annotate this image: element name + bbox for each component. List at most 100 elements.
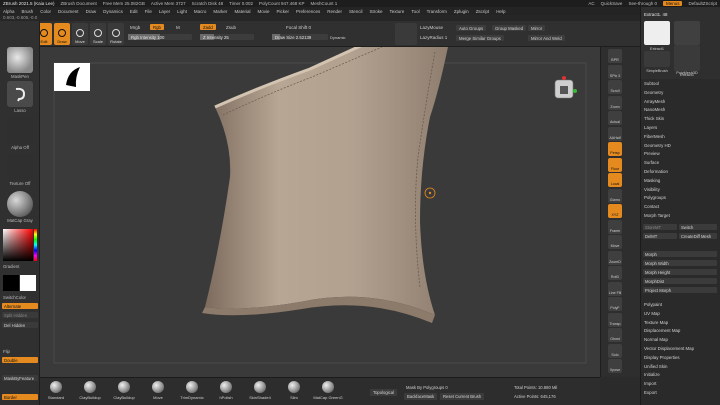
tool-menu-display-properties[interactable]: Display Properties <box>644 355 680 360</box>
menu-document[interactable]: Document <box>58 9 79 14</box>
menu-stencil[interactable]: Stencil <box>349 9 363 14</box>
dock-solo-button[interactable]: Solo <box>608 343 622 358</box>
menu-macro[interactable]: Macro <box>194 9 207 14</box>
move-mode-button[interactable]: Move <box>72 23 88 45</box>
menu-edit[interactable]: Edit <box>130 9 138 14</box>
draw-mode-button[interactable]: Draw <box>54 23 70 45</box>
group-masked-button[interactable]: Group Masked <box>492 25 527 31</box>
dock-line-fill-button[interactable]: Line Fill <box>608 281 622 296</box>
tool-menu-fibermesh[interactable]: FiberMesh <box>644 134 665 139</box>
focal-shift-slider[interactable]: Focal Shift 0 <box>286 25 311 30</box>
menu-file[interactable]: File <box>145 9 152 14</box>
color-saturation-field[interactable] <box>3 229 33 261</box>
dock-polyf-button[interactable]: PolyF <box>608 297 622 311</box>
menu-material[interactable]: Material <box>234 9 250 14</box>
morph-width-slider[interactable]: Morph Width <box>643 260 717 266</box>
menu-tool[interactable]: Tool <box>411 9 419 14</box>
tool-menu-visibility[interactable]: Visibility <box>644 187 660 192</box>
split-hidden-button[interactable]: Split Hidden <box>2 312 38 318</box>
mirror-and-weld-button[interactable]: Mirror And Weld <box>528 35 565 41</box>
brush-slim[interactable]: Slim <box>284 381 304 403</box>
draw-size-slider[interactable]: Draw Size 2.52139 <box>272 34 328 40</box>
dock-persp-button[interactable]: Persp <box>608 142 622 156</box>
navigation-gizmo-icon[interactable] <box>554 76 577 99</box>
texture-selector[interactable]: Texture Off <box>3 154 37 186</box>
menu-transform[interactable]: Transform <box>427 9 447 14</box>
merge-similar-groups-button[interactable]: Merge Similar Groups <box>456 35 504 41</box>
dynamic-toggle[interactable]: Dynamic <box>330 35 346 40</box>
menu-zplugin[interactable]: Zplugin <box>454 9 469 14</box>
tool-menu-export[interactable]: Export <box>644 390 657 395</box>
project-morph-slider[interactable]: Project Morph <box>643 287 717 293</box>
tool-menu-uv-map[interactable]: UV Map <box>644 311 660 316</box>
switch-color-button[interactable]: SwitchColor <box>3 295 26 300</box>
topological-button[interactable]: Topological <box>370 389 397 396</box>
simplebrush-thumb[interactable]: SimpleBrush <box>644 51 670 73</box>
zadd-toggle[interactable]: Zadd <box>200 24 216 30</box>
dock-move-button[interactable]: Move <box>608 235 622 249</box>
secondary-color-swatch[interactable] <box>20 275 36 291</box>
zsub-toggle[interactable]: Zsub <box>226 25 236 30</box>
tool-menu-nanomesh[interactable]: NanoMesh <box>644 107 665 112</box>
dock-xpose-button[interactable]: Xpose <box>608 359 622 373</box>
default-zscript[interactable]: DefaultZScript <box>688 1 717 6</box>
tool-menu-geometry-hd[interactable]: Geometry HD <box>644 143 671 148</box>
brush-selector[interactable]: MaskPen <box>3 47 37 79</box>
menu-draw[interactable]: Draw <box>86 9 97 14</box>
mirror-button[interactable]: Mirror <box>528 25 546 31</box>
color-picker[interactable] <box>3 229 37 261</box>
dock-ghost-button[interactable]: Ghost <box>608 328 622 342</box>
dock-frame-button[interactable]: Frame <box>608 219 622 234</box>
reset-current-brush-button[interactable]: Reset Current Brush <box>440 393 485 400</box>
flip-button[interactable]: Flip <box>3 349 10 354</box>
tool-menu-normal-map[interactable]: Normal Map <box>644 337 668 342</box>
tool-menu-layers[interactable]: Layers <box>644 125 657 130</box>
dock-local-button[interactable]: Local <box>608 173 622 187</box>
dock-xyz-button[interactable]: XYZ <box>608 204 622 218</box>
menu-render[interactable]: Render <box>327 9 342 14</box>
brush-move[interactable]: Move <box>148 381 168 403</box>
menu-help[interactable]: Help <box>496 9 505 14</box>
backface-mask-button[interactable]: BackfaceMask <box>404 393 438 400</box>
create-diff-mesh-button[interactable]: CreateDiff Mesh <box>679 233 717 239</box>
m-toggle[interactable]: M <box>176 25 180 30</box>
menus-button[interactable]: Menus <box>662 1 683 6</box>
dock-floor-button[interactable]: Floor <box>608 157 622 172</box>
hue-strip[interactable] <box>34 229 37 261</box>
morph-dist-slider[interactable]: MorphDist <box>643 278 717 284</box>
stroke-selector[interactable]: Lasso <box>3 81 37 113</box>
primary-color-swatch[interactable] <box>3 275 19 291</box>
cylinder-thumb[interactable]: Cylinder3D <box>674 21 700 51</box>
tool-menu-polypaint[interactable]: Polypaint <box>644 302 662 307</box>
dock-actual-button[interactable]: Actual <box>608 111 622 125</box>
menu-brush[interactable]: Brush <box>22 9 34 14</box>
morph-slider[interactable]: Morph <box>643 251 717 257</box>
menu-dynamics[interactable]: Dynamics <box>103 9 123 14</box>
tool-menu-initialize[interactable]: Initialize <box>644 372 660 377</box>
alpha-selector[interactable]: Alpha Off <box>3 118 37 150</box>
scale-mode-button[interactable]: Scale <box>90 23 106 45</box>
dock-zoomd-button[interactable]: ZoomD <box>608 250 622 265</box>
brush-claybuildup[interactable]: ClayBuildup <box>79 381 101 403</box>
tool-menu-arraymesh[interactable]: ArrayMesh <box>644 99 665 104</box>
stroke-preview-icon[interactable] <box>395 23 417 45</box>
rgb-toggle[interactable]: Rgb <box>150 24 164 30</box>
tool-menu-unified-skin[interactable]: Unified Skin <box>644 364 667 369</box>
dock-bpr-button[interactable]: BPR <box>608 49 622 63</box>
tool-menu-displacement-map[interactable]: Displacement Map <box>644 328 680 333</box>
rgb-intensity-slider[interactable]: Rgb Intensity 100 <box>128 34 192 40</box>
del-hidden-button[interactable]: Del Hidden <box>2 322 38 328</box>
tool-menu-geometry[interactable]: Geometry <box>644 90 663 95</box>
tool-menu-morph-target[interactable]: Morph Target <box>644 213 670 218</box>
brush-standard[interactable]: Standard <box>46 381 66 403</box>
dock-aahalf-button[interactable]: AAHalf <box>608 126 622 141</box>
menu-preferences[interactable]: Preferences <box>296 9 320 14</box>
ac-button[interactable]: AC <box>588 1 594 6</box>
extract-thumb[interactable]: Extract1 <box>644 21 670 51</box>
tool-menu-contact[interactable]: Contact <box>644 204 659 209</box>
tool-menu-preview[interactable]: Preview <box>644 151 660 156</box>
menu-alpha[interactable]: Alpha <box>3 9 15 14</box>
dock-gizmo-button[interactable]: Gizmo <box>608 188 622 203</box>
canvas-viewport[interactable] <box>40 47 600 377</box>
brush-hpolish[interactable]: hPolish <box>216 381 236 403</box>
